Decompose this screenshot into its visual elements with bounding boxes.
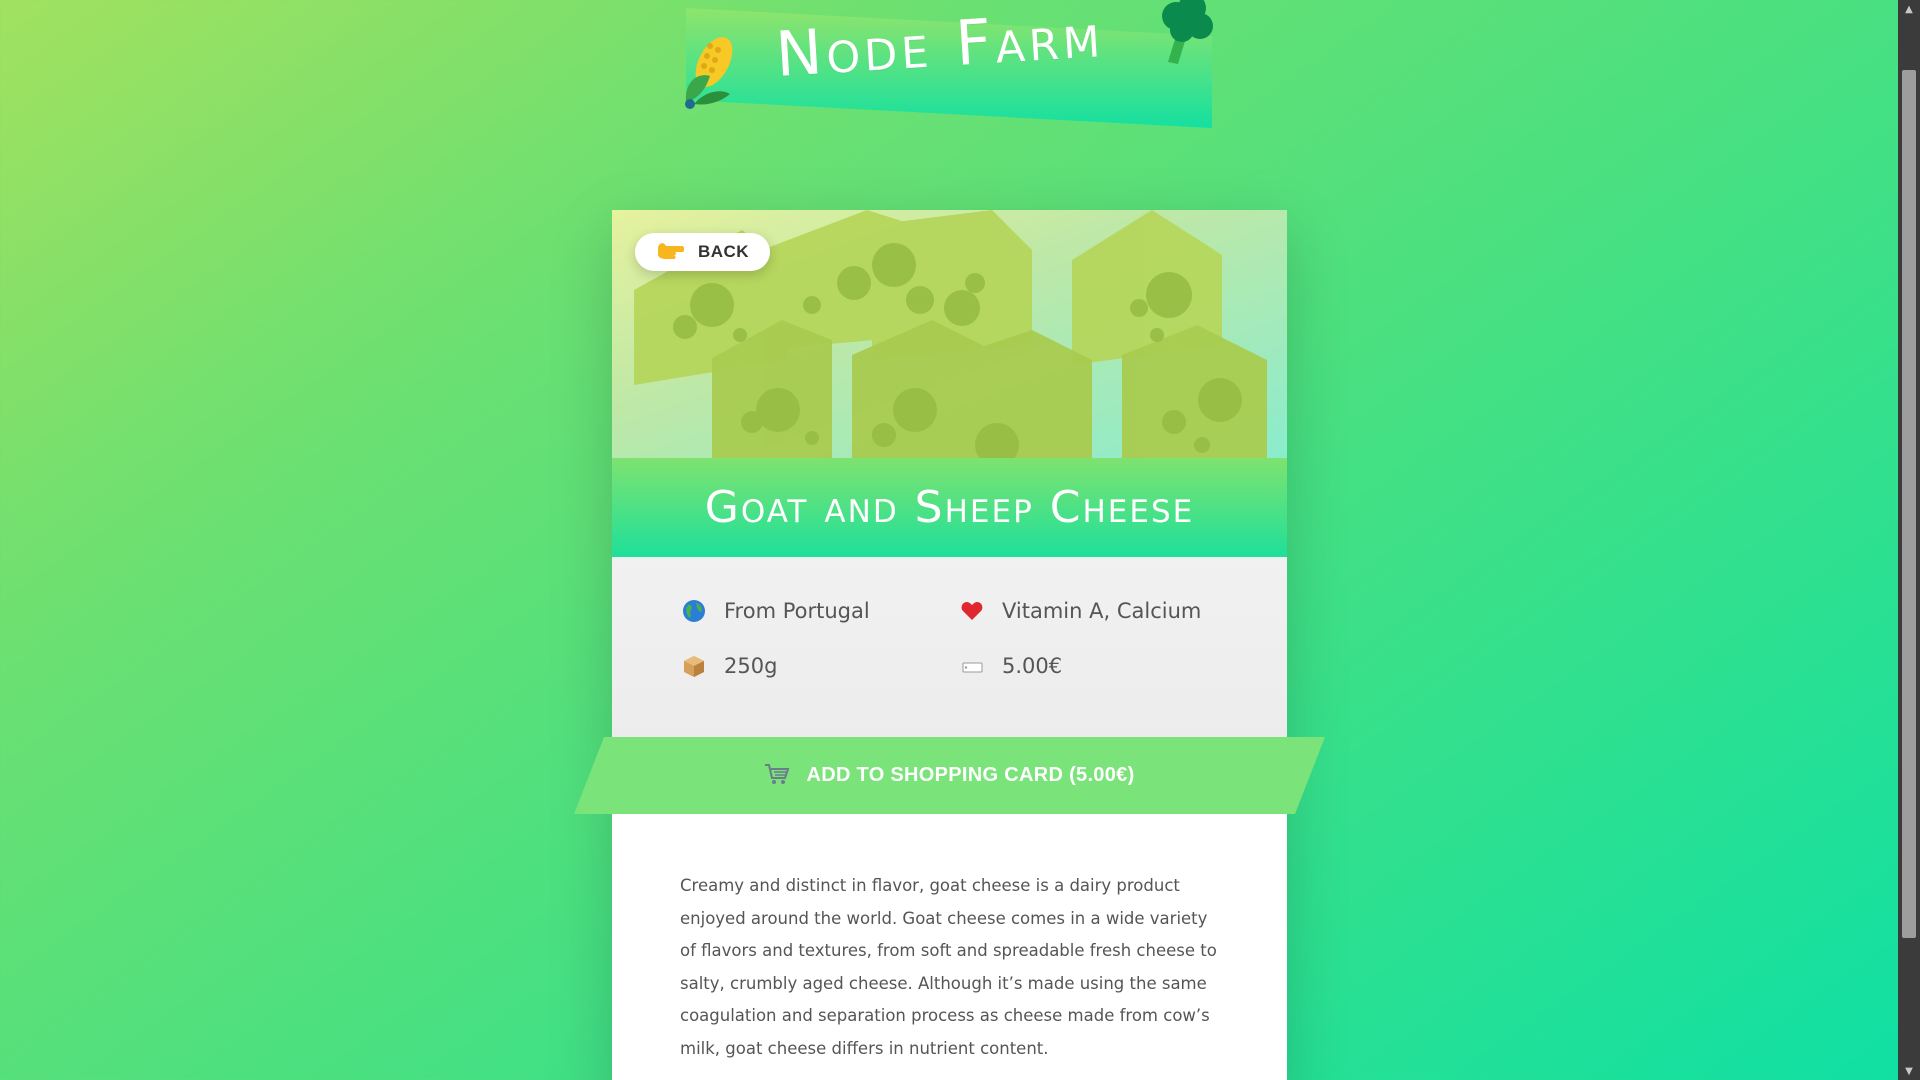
nutrients-text: Vitamin A, Calcium	[1002, 599, 1202, 623]
info-quantity: 250g	[682, 654, 777, 678]
scroll-down-arrow-icon[interactable]: ▼	[1898, 1062, 1920, 1080]
broccoli-icon	[1154, 0, 1218, 72]
price-tag-icon	[960, 654, 984, 678]
price-text: 5.00€	[1002, 654, 1063, 678]
add-to-cart-label: ADD TO SHOPPING CARD (5.00€)	[806, 764, 1135, 786]
info-nutrients: Vitamin A, Calcium	[960, 599, 1201, 623]
site-logo[interactable]: Node Farm	[685, 0, 1213, 128]
shopping-cart-icon	[764, 762, 790, 790]
origin-text: From Portugal	[724, 599, 870, 623]
back-label: BACK	[697, 242, 750, 261]
back-button[interactable]: BACK	[635, 233, 770, 271]
product-info: From Portugal Vitamin A, Calcium 250g 5.…	[612, 557, 1287, 747]
scrollbar-thumb[interactable]	[1902, 70, 1916, 938]
product-card: BACK Goat and Sheep Cheese From Portugal	[574, 210, 1325, 1080]
corn-icon	[680, 32, 738, 114]
vertical-scrollbar[interactable]: ▲ ▼	[1898, 0, 1920, 1080]
quantity-text: 250g	[724, 654, 778, 678]
globe-icon	[682, 599, 706, 623]
info-origin: From Portugal	[682, 599, 870, 623]
pointing-hand-icon	[656, 239, 685, 265]
info-price: 5.00€	[960, 654, 1062, 678]
page: Node Farm BACK Goat and Sheep Cheese Fro…	[0, 0, 1898, 1080]
add-to-cart-button[interactable]: ADD TO SHOPPING CARD (5.00€)	[574, 737, 1325, 814]
product-description: Creamy and distinct in flavor, goat chee…	[680, 876, 1217, 1058]
title-band: Goat and Sheep Cheese	[612, 458, 1287, 557]
package-icon	[682, 654, 706, 678]
scroll-up-arrow-icon[interactable]: ▲	[1898, 0, 1920, 18]
product-title: Goat and Sheep Cheese	[704, 482, 1195, 533]
heart-icon	[960, 599, 984, 623]
